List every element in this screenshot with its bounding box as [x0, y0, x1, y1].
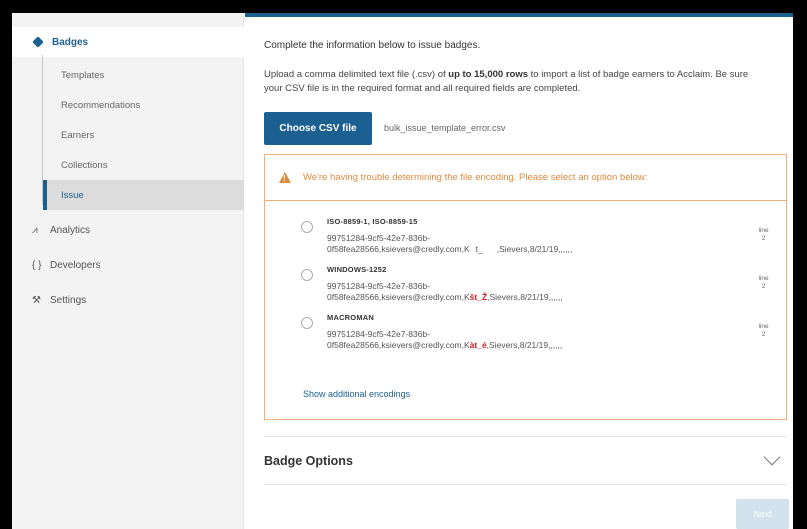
selected-filename: bulk_issue_template_error.csv — [384, 123, 506, 133]
upload-text-bold: up to 15,000 rows — [448, 69, 528, 80]
sidebar-item-label: Templates — [61, 69, 105, 81]
sidebar-item-label: Issue — [61, 189, 84, 201]
encoding-title: MACROMAN — [327, 313, 375, 322]
encoding-preview-line2: 0f58fea28566,ksievers@credly.com,K t_ ,Sie… — [327, 244, 572, 254]
preview-text: 0f58fea28566,ksievers@credly.com,K — [327, 292, 470, 302]
preview-text: ,Sievers,8/21/19,,,,,, — [486, 340, 563, 350]
encoding-title: ISO-8859-1, ISO-8859-15 — [327, 217, 418, 226]
encoding-preview-line1: 99751284-9cf5-42e7-836b- — [327, 281, 431, 291]
divider — [264, 484, 787, 485]
sidebar-item-developers[interactable]: { } Developers — [12, 250, 244, 280]
upload-instructions: Upload a comma delimited text file (.csv… — [264, 68, 764, 96]
encoding-radio[interactable] — [301, 221, 313, 233]
divider — [264, 436, 787, 437]
top-accent-bar — [245, 13, 793, 17]
encoding-preview-line2: 0f58fea28566,ksievers@credly.com,Kšt_Ž,S… — [327, 292, 563, 302]
sidebar-item-earners[interactable]: Earners — [43, 120, 244, 150]
sidebar-item-label: Developers — [50, 259, 101, 271]
preview-text: ,Sievers,8/21/19,,,,,, — [496, 244, 573, 254]
sidebar-item-label: Badges — [52, 36, 89, 48]
encoding-warning-box: We're having trouble determining the fil… — [264, 154, 787, 420]
sidebar: Badges Templates Recommendations Earners… — [12, 13, 244, 529]
preview-text: ,Sievers,8/21/19,,,,,, — [487, 292, 563, 302]
line-number-label: line 2 — [758, 275, 769, 290]
analytics-icon: ⩘ — [32, 224, 38, 236]
main-content: Complete the information below to issue … — [245, 13, 793, 529]
sidebar-item-label: Recommendations — [61, 99, 141, 111]
sidebar-item-issue[interactable]: Issue — [43, 180, 244, 210]
intro-text: Complete the information below to issue … — [264, 40, 481, 51]
app-window: Badges Templates Recommendations Earners… — [12, 13, 793, 529]
encoding-preview-line2: 0f58fea28566,ksievers@credly.com,Kàt_é,S… — [327, 340, 562, 350]
next-button[interactable]: Next — [736, 499, 789, 529]
sidebar-item-collections[interactable]: Collections — [43, 150, 244, 180]
sidebar-item-settings[interactable]: ⚒ Settings — [12, 285, 244, 315]
warning-icon — [279, 172, 291, 183]
sidebar-item-templates[interactable]: Templates — [43, 60, 244, 90]
tools-icon: ⚒ — [32, 294, 41, 306]
encoding-title: WINDOWS-1252 — [327, 265, 387, 274]
encoding-radio[interactable] — [301, 269, 313, 281]
sidebar-item-recommendations[interactable]: Recommendations — [43, 90, 244, 120]
preview-special-chars: št_Ž — [469, 292, 488, 302]
sidebar-item-badges[interactable]: Badges — [12, 27, 244, 57]
sidebar-item-label: Analytics — [50, 224, 91, 236]
line-number-label: line 2 — [758, 227, 769, 242]
warning-header: We're having trouble determining the fil… — [265, 155, 786, 201]
upload-text-pre: Upload a comma delimited text file (.csv… — [264, 69, 449, 80]
sidebar-item-label: Collections — [61, 159, 108, 171]
encoding-radio[interactable] — [301, 317, 313, 329]
badge-icon — [32, 36, 44, 48]
sidebar-item-analytics[interactable]: ⩘ Analytics — [12, 215, 244, 245]
choose-csv-button[interactable]: Choose CSV file — [264, 112, 372, 145]
preview-special-chars: t_ — [475, 244, 483, 254]
show-additional-encodings-link[interactable]: Show additional encodings — [303, 389, 410, 399]
preview-text: 0f58fea28566,ksievers@credly.com,K — [327, 244, 470, 254]
badge-options-heading[interactable]: Badge Options — [264, 454, 353, 468]
line-number-label: line 2 — [758, 323, 769, 338]
warning-message: We're having trouble determining the fil… — [303, 172, 648, 183]
preview-text: 0f58fea28566,ksievers@credly.com,K — [327, 340, 470, 350]
chevron-down-icon[interactable] — [763, 448, 781, 466]
sidebar-item-label: Earners — [61, 129, 95, 141]
preview-special-chars: àt_é — [469, 340, 487, 350]
sidebar-item-label: Settings — [50, 294, 87, 306]
code-braces-icon: { } — [32, 259, 42, 271]
encoding-preview-line1: 99751284-9cf5-42e7-836b- — [327, 233, 431, 243]
encoding-preview-line1: 99751284-9cf5-42e7-836b- — [327, 329, 431, 339]
